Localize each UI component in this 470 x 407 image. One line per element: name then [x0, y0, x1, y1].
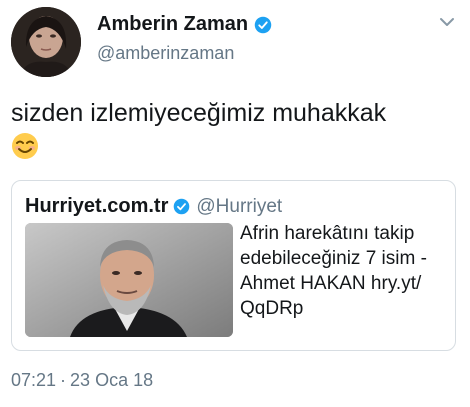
quoted-author-name: Hurriyet.com.tr	[25, 195, 169, 217]
tweet-date: 23 Oca 18	[70, 370, 154, 390]
verified-badge-icon	[174, 198, 190, 215]
avatar-image	[11, 7, 81, 77]
quoted-tweet-header: Hurriyet.com.tr @Hurriyet	[25, 195, 282, 218]
chevron-down-icon[interactable]	[439, 16, 455, 28]
author-name-row: Amberin Zaman	[97, 13, 272, 36]
avatar[interactable]	[11, 7, 81, 77]
tweet-text: sizden izlemiyeceğimiz muhakkak	[11, 96, 461, 160]
quoted-thumbnail-image[interactable]	[25, 223, 233, 337]
smiling-face-icon	[12, 133, 38, 159]
quoted-tweet-text: Afrin harekâtını takip edebileceğiniz 7 …	[240, 223, 427, 319]
tweet-timestamp[interactable]: 07:21 · 23 Oca 18	[11, 370, 153, 391]
quoted-tweet-card[interactable]: Hurriyet.com.tr @Hurriyet Afrin harekâtı…	[11, 180, 456, 351]
tweet-text-content: sizden izlemiyeceğimiz muhakkak	[11, 99, 387, 127]
tweet-time: 07:21	[11, 370, 57, 390]
portrait-image	[25, 223, 233, 337]
verified-badge-icon	[254, 16, 272, 33]
author-name[interactable]: Amberin Zaman	[97, 13, 248, 36]
timestamp-separator: ·	[60, 370, 67, 390]
quoted-author-handle: @Hurriyet	[196, 195, 283, 217]
author-handle[interactable]: @amberinzaman	[97, 43, 234, 64]
